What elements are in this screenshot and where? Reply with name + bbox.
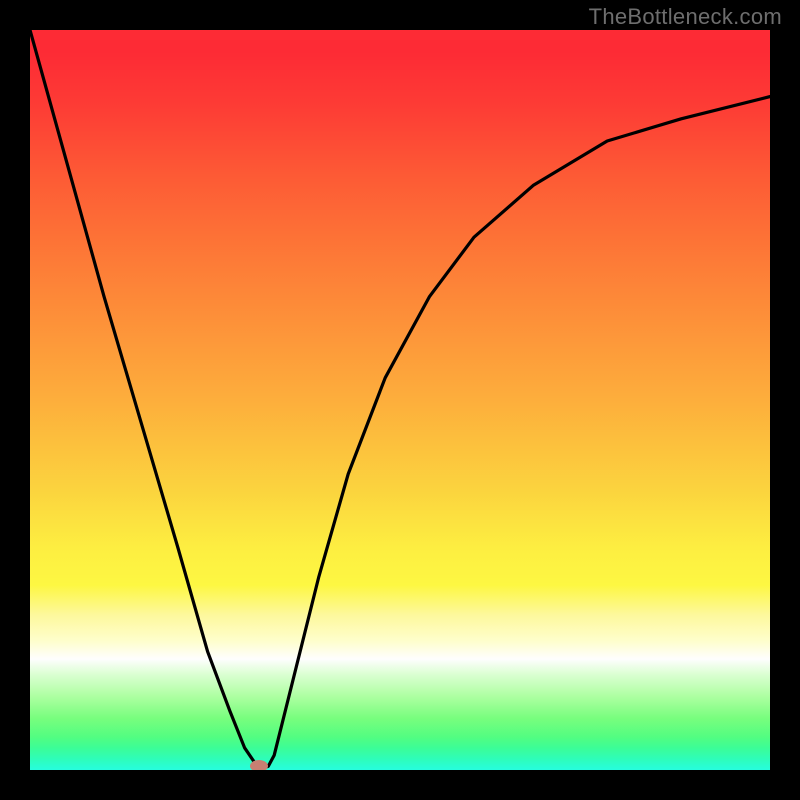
optimal-point-marker [250, 760, 268, 770]
watermark-text: TheBottleneck.com [589, 4, 782, 30]
plot-area [30, 30, 770, 770]
bottleneck-curve [30, 30, 770, 770]
chart-frame: TheBottleneck.com [0, 0, 800, 800]
